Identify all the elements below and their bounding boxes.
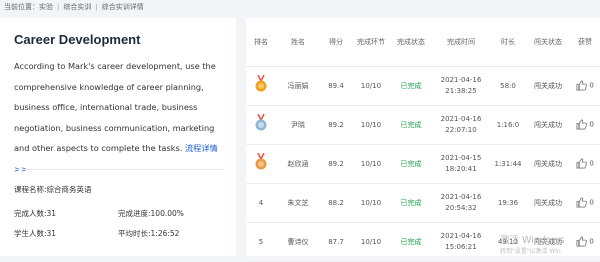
completion-date: 2021-04-16 — [440, 76, 482, 84]
divider — [14, 169, 224, 170]
table-header-row: 排名 姓名 得分 完成环节 完成状态 完成时间 时长 闯关状态 获赞 — [246, 18, 600, 67]
completion-clock: 22:07:10 — [445, 126, 477, 134]
header-score: 得分 — [320, 18, 352, 67]
duration-cell: 19:36 — [490, 183, 526, 223]
likes-cell: 0 — [570, 183, 600, 223]
likes-cell: 0 — [570, 105, 600, 145]
header-likes: 获赞 — [570, 18, 600, 67]
thumbs-up-icon[interactable] — [576, 158, 588, 169]
status-cell: 已完成 — [390, 183, 432, 223]
challenge-status-cell: 闯关成功 — [526, 66, 570, 106]
likes-count: 0 — [589, 237, 594, 246]
header-challenge-status: 闯关状态 — [526, 18, 570, 67]
gold-medal-icon — [255, 75, 267, 92]
rank-cell — [246, 66, 276, 106]
breadcrumb-prefix: 当前位置： — [4, 3, 39, 11]
steps-cell: 10/10 — [352, 105, 390, 145]
likes-count: 0 — [589, 198, 594, 207]
table-row: 冯丽娟 89.4 10/10 已完成 2021-04-16 21:38:25 58… — [246, 66, 600, 106]
name-cell: 冯丽娟 — [276, 66, 320, 106]
windows-activation-watermark: 激活 Windows — [500, 235, 565, 246]
name-cell: 尹晓 — [276, 105, 320, 145]
course-description-text: According to Mark's career development, … — [14, 61, 216, 153]
completed-count: 完成人数:31 — [14, 209, 57, 218]
course-title: Career Development — [14, 32, 141, 47]
completion-clock: 20:54:32 — [445, 204, 477, 212]
likes-count: 0 — [589, 120, 594, 129]
course-name: 课程名称:综合商务英语 — [14, 185, 92, 194]
completion-time-cell: 2021-04-16 20:54:32 — [432, 183, 490, 223]
header-completion-time: 完成时间 — [432, 18, 490, 67]
duration-cell: 1:31:44 — [490, 144, 526, 184]
status-cell: 已完成 — [390, 144, 432, 184]
student-count: 学生人数:31 — [14, 229, 57, 238]
completion-clock: 21:38:25 — [445, 87, 477, 95]
table-row: 尹晓 89.2 10/10 已完成 2021-04-16 22:07:10 1:1… — [246, 105, 600, 145]
status-cell: 已完成 — [390, 66, 432, 106]
breadcrumb-item-experiment[interactable]: 实验 — [39, 3, 53, 11]
score-cell: 89.2 — [320, 105, 352, 145]
likes-cell: 0 — [570, 66, 600, 106]
header-duration: 时长 — [490, 18, 526, 67]
silver-medal-icon — [255, 114, 267, 131]
thumbs-up-icon[interactable] — [576, 119, 588, 130]
steps-cell: 10/10 — [352, 66, 390, 106]
completion-date: 2021-04-16 — [440, 115, 482, 123]
challenge-status-cell: 闯关成功 — [526, 105, 570, 145]
likes-count: 0 — [589, 81, 594, 90]
completion-clock: 15:06:21 — [445, 243, 477, 251]
ranking-table: 排名 姓名 得分 完成环节 完成状态 完成时间 时长 闯关状态 获赞 冯丽娟 8… — [246, 18, 600, 262]
steps-cell: 10/10 — [352, 144, 390, 184]
header-steps: 完成环节 — [352, 18, 390, 67]
status-cell: 已完成 — [390, 105, 432, 145]
ranking-table-panel: 排名 姓名 得分 完成环节 完成状态 完成时间 时长 闯关状态 获赞 冯丽娟 8… — [246, 18, 600, 262]
likes-count: 0 — [589, 159, 594, 168]
score-cell: 89.4 — [320, 66, 352, 106]
completion-time-cell: 2021-04-15 18:20:41 — [432, 144, 490, 184]
completion-date: 2021-04-15 — [440, 154, 482, 162]
table-row: 赵欣涵 89.2 10/10 已完成 2021-04-15 18:20:41 1:… — [246, 144, 600, 184]
header-rank: 排名 — [246, 18, 276, 67]
breadcrumb-separator: | — [95, 3, 98, 11]
average-duration: 平均时长:1:26:52 — [118, 229, 180, 238]
likes-cell: 0 — [570, 144, 600, 184]
breadcrumb: 当前位置：实验 | 综合实训 | 综合实训详情 — [4, 0, 144, 14]
course-info-panel: Career Development According to Mark's c… — [0, 18, 236, 256]
header-name: 姓名 — [276, 18, 320, 67]
bronze-medal-icon — [255, 153, 267, 170]
table-row: 4 朱文芝 88.2 10/10 已完成 2021-04-16 20:54:32 … — [246, 183, 600, 223]
challenge-status-cell: 闯关成功 — [526, 144, 570, 184]
breadcrumb-separator: | — [57, 3, 60, 11]
completion-clock: 18:20:41 — [445, 165, 477, 173]
thumbs-up-icon[interactable] — [576, 80, 588, 91]
name-cell: 赵欣涵 — [276, 144, 320, 184]
windows-activation-hint: 转到"设置"以激活 Win — [500, 248, 561, 255]
header-status: 完成状态 — [390, 18, 432, 67]
completion-date: 2021-04-16 — [440, 193, 482, 201]
course-description: According to Mark's career development, … — [14, 56, 226, 179]
steps-cell: 10/10 — [352, 183, 390, 223]
completion-time-cell: 2021-04-16 22:07:10 — [432, 105, 490, 145]
duration-cell: 1:16:0 — [490, 105, 526, 145]
completion-rate: 完成进度:100.00% — [118, 209, 184, 218]
score-cell: 89.2 — [320, 144, 352, 184]
name-cell: 朱文芝 — [276, 183, 320, 223]
thumbs-up-icon[interactable] — [576, 197, 588, 208]
rank-cell: 4 — [246, 183, 276, 223]
challenge-status-cell: 闯关成功 — [526, 183, 570, 223]
breadcrumb-item-training-detail: 综合实训详情 — [101, 3, 144, 11]
completion-date: 2021-04-16 — [440, 232, 482, 240]
thumbs-up-icon[interactable] — [576, 236, 588, 247]
duration-cell: 58:0 — [490, 66, 526, 106]
rank-cell — [246, 105, 276, 145]
score-cell: 88.2 — [320, 183, 352, 223]
completion-time-cell: 2021-04-16 21:38:25 — [432, 66, 490, 106]
breadcrumb-item-training[interactable]: 综合实训 — [63, 3, 91, 11]
rank-cell — [246, 144, 276, 184]
